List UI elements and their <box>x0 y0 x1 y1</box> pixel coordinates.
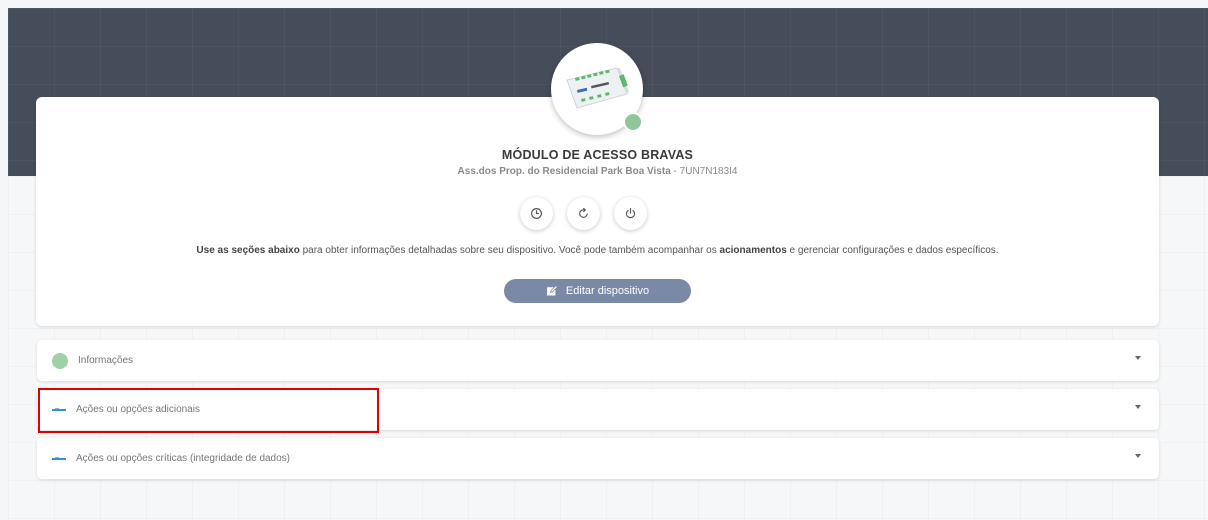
section-label: Ações ou opções adicionais <box>76 404 200 415</box>
device-module-image <box>566 67 629 109</box>
info-bold-mid: acionamentos <box>719 245 787 256</box>
device-subtitle: Ass.dos Prop. do Residencial Park Boa Vi… <box>36 166 1159 177</box>
refresh-icon <box>579 207 588 218</box>
device-serial: 7UN7N183I4 <box>679 166 738 177</box>
info-bold-intro: Use as seções abaixo <box>196 245 300 256</box>
section-informacoes[interactable]: Informações <box>37 340 1159 381</box>
clock-icon <box>531 208 542 219</box>
chevron-down-icon <box>1135 405 1141 409</box>
section-label: Ações ou opções críticas (integridade de… <box>76 453 291 464</box>
brand-mini-icon <box>52 407 66 411</box>
power-button[interactable] <box>614 197 647 230</box>
device-actions <box>520 197 647 230</box>
online-status-dot <box>623 112 643 132</box>
history-button[interactable] <box>520 197 553 230</box>
restart-button[interactable] <box>567 197 600 230</box>
section-acoes-criticas[interactable]: Ações ou opções críticas (integridade de… <box>37 438 1159 479</box>
brand-mini-icon <box>52 456 66 460</box>
section-label: Informações <box>78 355 134 366</box>
device-title: MÓDULO DE ACESSO BRAVAS <box>501 148 694 162</box>
device-owner: Ass.dos Prop. do Residencial Park Boa Vi… <box>457 166 671 177</box>
edit-icon <box>547 285 558 296</box>
info-description: Use as seções abaixo para obter informaç… <box>36 245 1159 256</box>
info-text-1: para obter informações detalhadas sobre … <box>299 245 720 256</box>
section-acoes-adicionais[interactable]: Ações ou opções adicionais <box>37 389 1159 430</box>
power-icon <box>625 208 636 219</box>
chevron-down-icon <box>1135 454 1141 458</box>
info-text-2: e gerenciar configurações e dados especí… <box>786 245 999 256</box>
status-dot-icon <box>52 352 68 369</box>
device-id-separator: - <box>670 166 680 177</box>
edit-device-label: Editar dispositivo <box>565 285 650 297</box>
chevron-down-icon <box>1135 356 1141 360</box>
edit-device-button[interactable]: Editar dispositivo <box>504 279 691 303</box>
